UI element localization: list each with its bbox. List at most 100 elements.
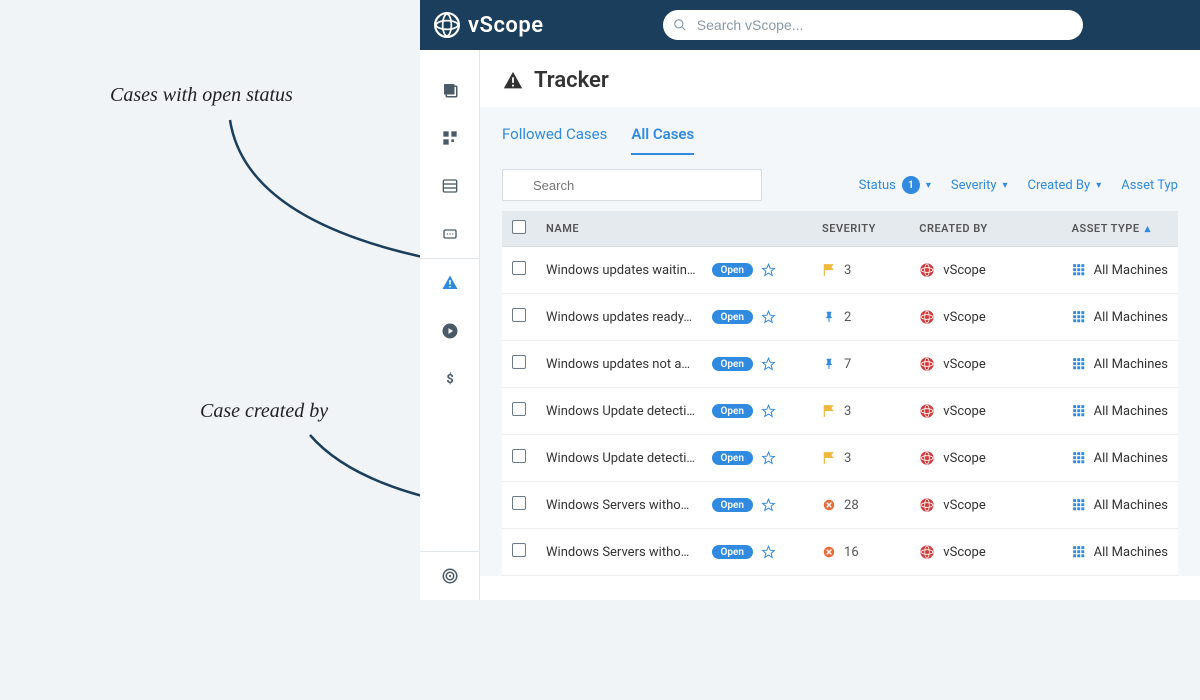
severity-value: 2 [844, 310, 851, 325]
x-circle-icon [822, 545, 836, 559]
filter-created-by-label: Created By [1028, 178, 1091, 193]
filter-created-by[interactable]: Created By ▾ [1028, 178, 1102, 193]
asset-type: All Machines [1094, 545, 1168, 560]
severity-value: 28 [844, 498, 859, 513]
sidenav: $ [420, 50, 480, 600]
filter-asset-type[interactable]: Asset Typ [1121, 178, 1178, 193]
sidenav-books[interactable] [420, 66, 480, 114]
creator-name: vScope [943, 545, 985, 560]
chevron-down-icon: ▾ [1096, 180, 1101, 191]
filter-search-wrap [502, 169, 762, 201]
row-checkbox[interactable] [512, 261, 526, 275]
search-icon [673, 18, 687, 32]
tabs-container: Followed Cases All Cases [480, 107, 1200, 155]
filter-row: Status 1 ▾ Severity ▾ Created By ▾ Asset… [480, 155, 1200, 211]
flag-icon [822, 404, 836, 418]
asset-type: All Machines [1094, 404, 1168, 419]
grid-icon [1072, 357, 1086, 371]
flag-icon [822, 451, 836, 465]
asset-type: All Machines [1094, 451, 1168, 466]
case-name: Windows updates ready… [546, 310, 704, 325]
creator-name: vScope [943, 357, 985, 372]
alert-icon [441, 274, 459, 292]
severity-value: 3 [844, 404, 851, 419]
vscope-icon [919, 497, 935, 513]
row-checkbox[interactable] [512, 355, 526, 369]
filter-severity-label: Severity [951, 178, 997, 193]
sidenav-table[interactable] [420, 162, 480, 210]
case-name: Windows updates not a… [546, 357, 704, 372]
case-name: Windows Update detecti… [546, 451, 704, 466]
sidenav-target[interactable] [420, 552, 480, 600]
books-icon [441, 81, 459, 99]
case-name: Windows updates waitin… [546, 263, 704, 278]
alert-triangle-icon [502, 70, 524, 92]
pin-icon [822, 310, 836, 324]
page-title: Tracker [480, 50, 1200, 107]
status-badge: Open [712, 310, 754, 324]
table-body: Windows updates waitin… Open 3 vScope All Ma… [502, 247, 1178, 576]
filter-status[interactable]: Status 1 ▾ [859, 176, 931, 194]
star-icon[interactable] [761, 310, 776, 325]
cases-table: NAME SEVERITY CREATED BY ASSET TYPE ▴ Wi… [502, 211, 1178, 576]
sidenav-messages[interactable] [420, 210, 480, 258]
table-row[interactable]: Windows Servers witho…Open16vScopeAll Ma… [502, 529, 1178, 576]
row-checkbox[interactable] [512, 402, 526, 416]
filter-severity[interactable]: Severity ▾ [951, 178, 1008, 193]
global-search-wrap [560, 10, 1186, 40]
annotation-created-by: Case created by [200, 400, 328, 423]
severity-value: 16 [844, 545, 859, 560]
table-row[interactable]: Windows Update detecti…Open3vScopeAll Ma… [502, 435, 1178, 482]
star-icon[interactable] [761, 545, 776, 560]
row-checkbox[interactable] [512, 543, 526, 557]
filter-search-input[interactable] [502, 169, 762, 201]
topbar: vScope [420, 0, 1200, 50]
sidenav-billing[interactable]: $ [420, 355, 480, 403]
sort-asc-icon: ▴ [1145, 222, 1151, 235]
star-icon[interactable] [761, 357, 776, 372]
row-checkbox[interactable] [512, 496, 526, 510]
page-title-text: Tracker [534, 68, 609, 93]
message-icon [442, 226, 458, 242]
tab-all-cases[interactable]: All Cases [631, 125, 694, 155]
global-search-input[interactable] [663, 10, 1083, 40]
vscope-icon [919, 262, 935, 278]
asset-type: All Machines [1094, 310, 1168, 325]
col-created-by[interactable]: CREATED BY [909, 211, 1061, 247]
col-severity[interactable]: SEVERITY [812, 211, 909, 247]
star-icon[interactable] [761, 263, 776, 278]
body: $ Tracker Followed Cases All Cases [420, 50, 1200, 600]
table-row[interactable]: Windows updates waitin…Open3vScopeAll Ma… [502, 247, 1178, 294]
grid-icon [1072, 263, 1086, 277]
star-icon[interactable] [761, 404, 776, 419]
sidenav-play[interactable] [420, 307, 480, 355]
select-all-checkbox[interactable] [512, 220, 526, 234]
col-asset-type[interactable]: ASSET TYPE ▴ [1062, 211, 1178, 247]
severity-value: 7 [844, 357, 851, 372]
status-badge: Open [712, 404, 754, 418]
sidenav-dashboard[interactable] [420, 114, 480, 162]
row-checkbox[interactable] [512, 449, 526, 463]
status-badge: Open [712, 545, 754, 559]
col-name[interactable]: NAME [536, 211, 812, 247]
brand[interactable]: vScope [434, 12, 544, 38]
chevron-down-icon: ▾ [926, 180, 931, 191]
creator-name: vScope [943, 451, 985, 466]
pin-icon [822, 357, 836, 371]
x-circle-icon [822, 498, 836, 512]
sidenav-tracker[interactable] [420, 259, 480, 307]
brand-logo-icon [434, 12, 460, 38]
table-row[interactable]: Windows Update detecti…Open3vScopeAll Ma… [502, 388, 1178, 435]
vscope-icon [919, 356, 935, 372]
table-row[interactable]: Windows updates not a…Open7vScopeAll Mac… [502, 341, 1178, 388]
creator-name: vScope [943, 404, 985, 419]
star-icon[interactable] [761, 498, 776, 513]
star-icon[interactable] [761, 451, 776, 466]
row-checkbox[interactable] [512, 308, 526, 322]
table-row[interactable]: Windows Servers witho…Open28vScopeAll Ma… [502, 482, 1178, 529]
table-row[interactable]: Windows updates ready…Open2vScopeAll Mac… [502, 294, 1178, 341]
table-icon [442, 178, 458, 194]
tab-followed-cases[interactable]: Followed Cases [502, 125, 607, 155]
app-window: vScope [420, 0, 1200, 600]
vscope-icon [919, 544, 935, 560]
